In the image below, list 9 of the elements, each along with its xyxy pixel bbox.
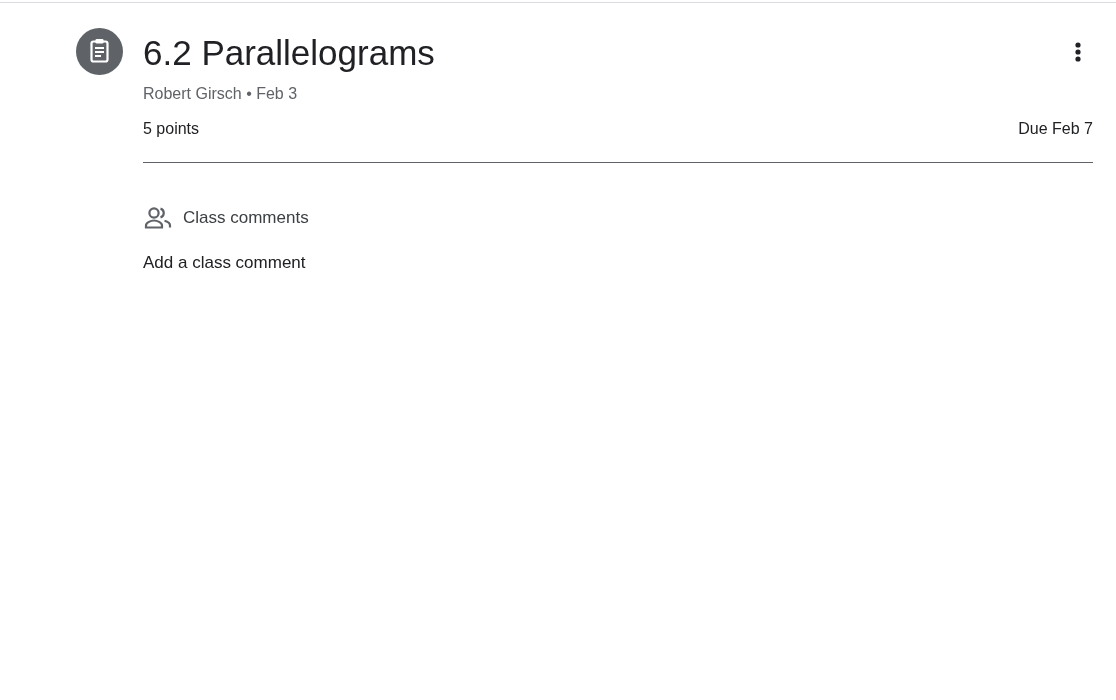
vertical-dots-icon: [1075, 42, 1081, 62]
assignment-title: 6.2 Parallelograms: [143, 32, 435, 74]
add-comment-link[interactable]: Add a class comment: [143, 253, 306, 273]
class-comments-heading: Class comments: [183, 207, 309, 229]
people-icon: [144, 207, 172, 229]
clipboard-icon: [76, 28, 123, 75]
author-date-text: Robert Girsch • Feb 3: [143, 84, 298, 104]
points-text: 5 points: [143, 119, 200, 139]
due-date-text: Due Feb 7: [1018, 119, 1093, 139]
